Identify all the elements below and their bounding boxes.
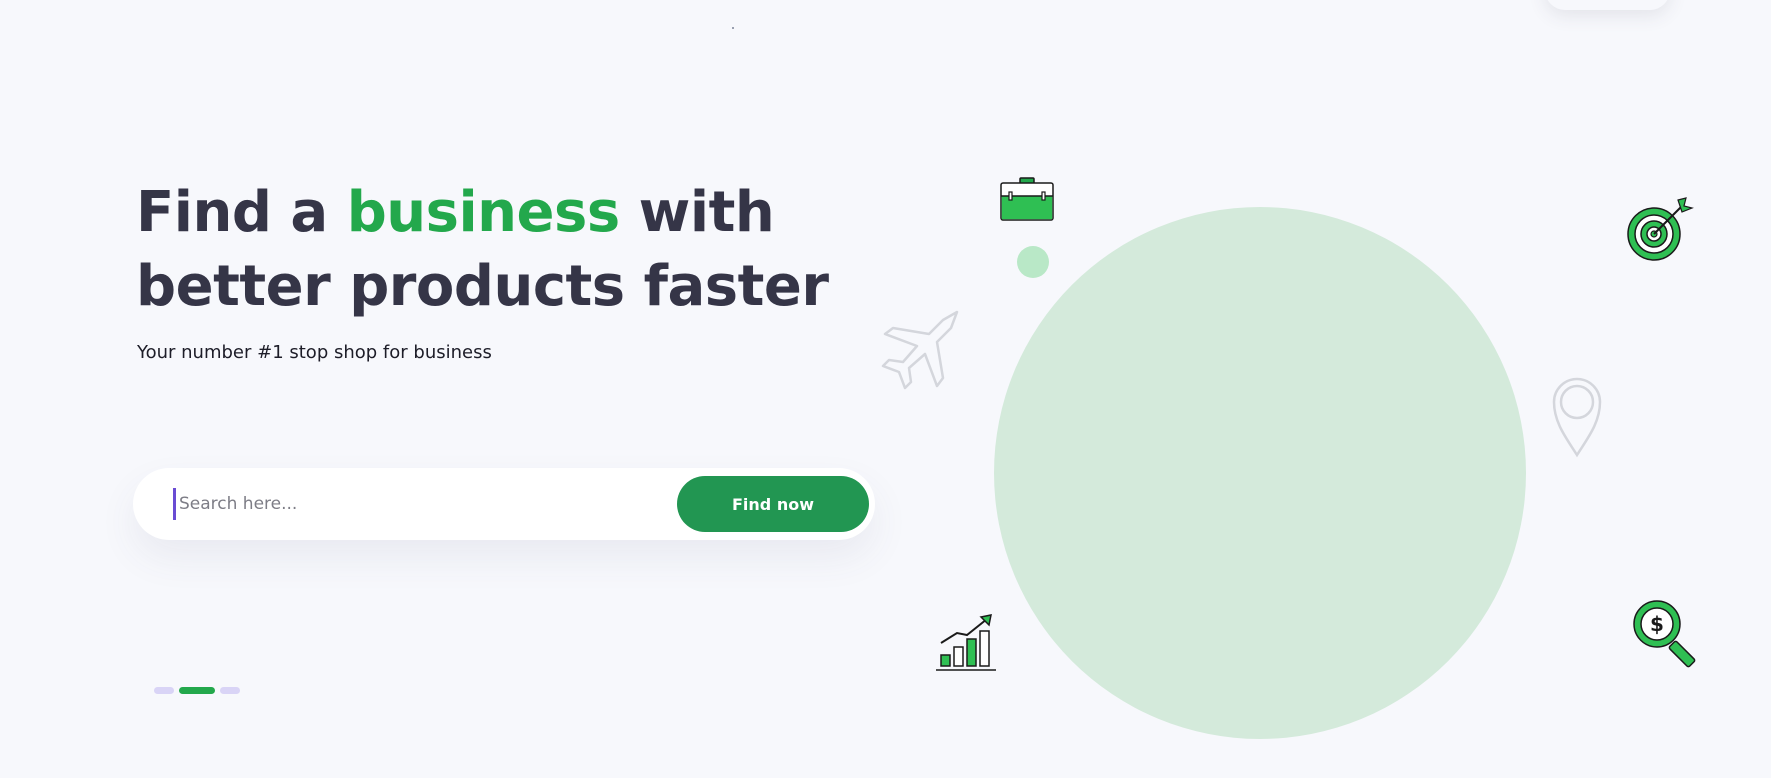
hero-circle-graphic [994,207,1526,739]
search-input[interactable] [173,488,599,520]
hero-subtitle: Your number #1 stop shop for business [137,342,492,363]
target-icon [1627,197,1694,261]
header-shadow [1545,0,1670,10]
hero-title-accent: business [346,180,621,245]
slider-dot-active[interactable] [179,687,215,694]
svg-text:$: $ [1650,612,1664,636]
find-now-button[interactable]: Find now [677,476,869,532]
slider-pagination [154,687,240,694]
hero-title: Find a business with better products fas… [136,176,856,324]
airplane-icon [881,310,959,390]
slider-dot[interactable] [154,687,174,694]
hero-section: Find a business with better products fas… [0,0,1771,778]
briefcase-icon [1000,177,1054,221]
dollar-search-icon: $ [1633,600,1696,668]
slider-dot[interactable] [220,687,240,694]
location-pin-icon [1552,377,1602,458]
small-circle-graphic [1017,246,1049,278]
hero-title-part1: Find a [136,180,347,245]
decorative-dot [732,27,734,29]
growth-chart-icon [936,614,996,671]
search-bar: Find now [133,468,875,540]
